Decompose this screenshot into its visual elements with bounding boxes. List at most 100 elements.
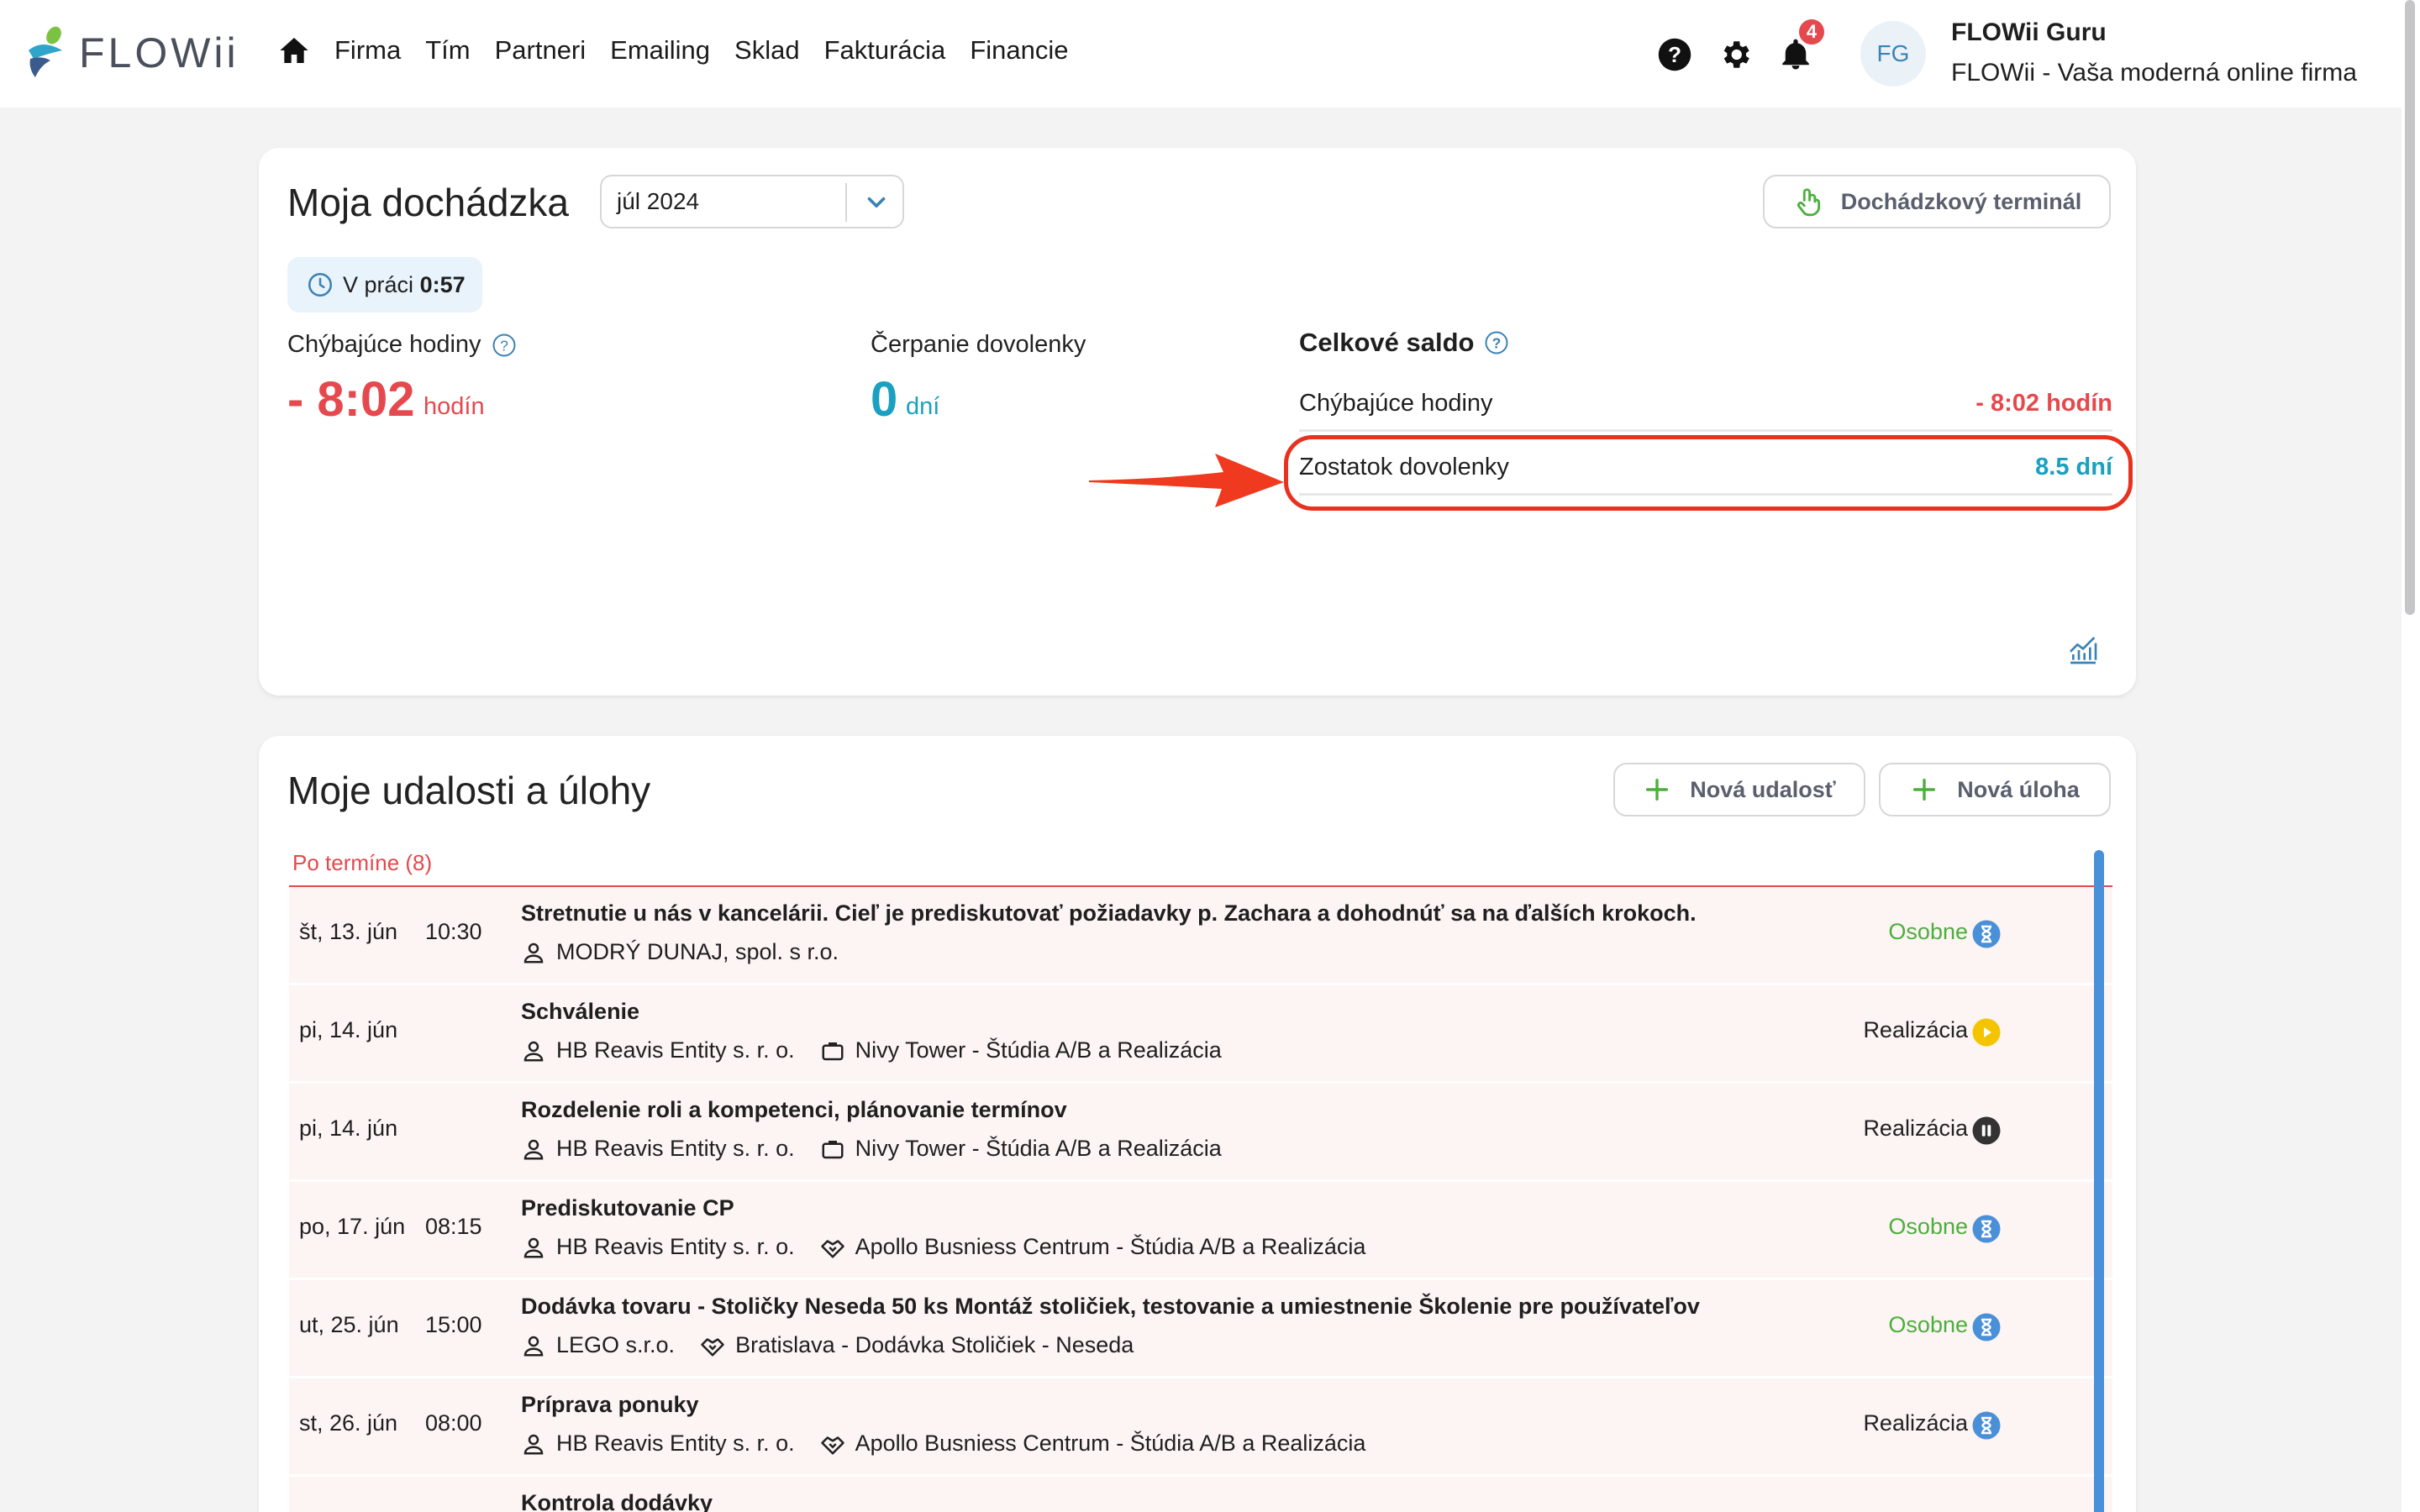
svg-text:?: ?	[500, 337, 508, 354]
new-task-label: Nová úloha	[1957, 776, 2080, 802]
event-partner[interactable]: HB Reavis Entity s. r. o.	[556, 1037, 795, 1063]
events-list-scrollbar[interactable]	[2094, 850, 2104, 1512]
balance-missing-hours-label: Chýbajúce hodiny	[1299, 390, 1493, 417]
event-partner[interactable]: MODRÝ DUNAJ, spol. s r.o.	[556, 939, 839, 965]
handshake-icon	[701, 1337, 724, 1356]
event-date: po, 17. jún	[299, 1214, 406, 1239]
nav-item-fakturacia[interactable]: Fakturácia	[824, 35, 946, 66]
vacation-used-unit: dní	[906, 393, 940, 420]
nav-item-partneri[interactable]: Partneri	[495, 35, 587, 66]
help-circle-icon[interactable]: ?	[1484, 330, 1509, 355]
hourglass-icon[interactable]	[1971, 1410, 2002, 1441]
new-event-button[interactable]: Nová udalosť	[1613, 763, 1865, 816]
event-row[interactable]: po, 17. jún 08:15 Prediskutovanie CP HB Rea…	[289, 1182, 2112, 1280]
attendance-title: Moja dochádzka	[287, 181, 569, 224]
new-task-button[interactable]: Nová úloha	[1879, 763, 2111, 816]
nav-item-firma[interactable]: Firma	[334, 35, 401, 66]
nav-item-sklad[interactable]: Sklad	[734, 35, 800, 66]
handshake-icon	[820, 1436, 844, 1454]
event-title[interactable]: Rozdelenie roli a kompetenci, plánovanie…	[521, 1097, 1067, 1123]
hourglass-icon[interactable]	[1971, 919, 2002, 949]
top-bar: FLOWii Firma Tím Partneri Emailing Sklad…	[0, 0, 2420, 108]
clock-icon	[308, 272, 333, 297]
header-actions: ? 4	[1657, 17, 1839, 72]
overdue-section-label[interactable]: Po termíne (8)	[292, 850, 432, 876]
select-divider	[845, 183, 847, 222]
event-partner[interactable]: HB Reavis Entity s. r. o.	[556, 1136, 795, 1162]
nav-item-tim[interactable]: Tím	[425, 35, 470, 66]
event-project[interactable]: Nivy Tower - Štúdia A/B a Realizácia	[855, 1037, 1222, 1063]
event-row[interactable]: pi, 14. jún Schválenie HB Reavis Entity s.…	[289, 985, 2112, 1084]
brand-name: FLOWii	[79, 29, 239, 76]
help-circle-icon[interactable]: ?	[492, 333, 517, 358]
missing-hours-value: - 8:02	[287, 372, 415, 427]
hourglass-icon[interactable]	[1971, 1312, 2002, 1342]
person-icon	[523, 942, 544, 963]
event-row[interactable]: ut, 25. jún 15:00 Dodávka tovaru - Stoličk…	[289, 1280, 2112, 1378]
chevron-down-icon[interactable]	[862, 188, 891, 217]
event-row[interactable]: št, 13. jún 10:30 Stretnutie u nás v kance…	[289, 887, 2112, 985]
event-category: Realizácia	[1863, 1410, 1968, 1436]
play-icon[interactable]	[1971, 1017, 2002, 1047]
event-title[interactable]: Dodávka tovaru - Stoličky Neseda 50 ks M…	[521, 1294, 1700, 1320]
help-icon[interactable]: ?	[1657, 37, 1692, 72]
nav-item-emailing[interactable]: Emailing	[610, 35, 710, 66]
event-partner[interactable]: HB Reavis Entity s. r. o.	[556, 1431, 795, 1457]
pause-icon[interactable]	[1971, 1116, 2002, 1146]
balance-missing-hours-value: - 8:02 hodín	[1975, 390, 2112, 417]
event-partner[interactable]: LEGO s.r.o.	[556, 1332, 675, 1358]
logo[interactable]: FLOWii	[25, 25, 239, 81]
events-title: Moje udalosti a úlohy	[287, 769, 651, 812]
event-time: 08:00	[425, 1410, 482, 1436]
events-card: Moje udalosti a úlohy Nová udalosť Nová …	[259, 736, 2136, 1512]
event-meta: MODRÝ DUNAJ, spol. s r.o.	[521, 939, 839, 965]
event-title[interactable]: Stretnutie u nás v kancelárii. Cieľ je p…	[521, 900, 1697, 927]
avatar[interactable]: FG	[1860, 21, 1926, 87]
attendance-terminal-button[interactable]: Dochádzkový terminál	[1763, 175, 2111, 228]
month-select[interactable]: júl 2024	[600, 175, 904, 228]
gear-icon[interactable]	[1718, 37, 1753, 72]
event-date: pi, 14. jún	[299, 1116, 398, 1141]
missing-hours-unit: hodín	[424, 393, 485, 420]
person-icon	[523, 1336, 544, 1356]
event-meta: HB Reavis Entity s. r. o. Nivy Tower - Št…	[521, 1136, 1222, 1162]
total-balance-title: Celkové saldo	[1299, 328, 1475, 357]
event-project[interactable]: Nivy Tower - Štúdia A/B a Realizácia	[855, 1136, 1222, 1162]
event-date: št, 13. jún	[299, 919, 398, 944]
event-date: ut, 25. jún	[299, 1312, 399, 1337]
event-partner[interactable]: HB Reavis Entity s. r. o.	[556, 1234, 795, 1260]
hourglass-icon[interactable]	[1971, 1214, 2002, 1244]
event-time: 08:15	[425, 1214, 482, 1239]
event-project[interactable]: Apollo Busniess Centrum - Štúdia A/B a R…	[855, 1234, 1366, 1260]
event-project[interactable]: Apollo Busniess Centrum - Štúdia A/B a R…	[855, 1431, 1366, 1457]
chart-icon[interactable]	[2065, 633, 2101, 667]
at-work-label: V práci	[343, 271, 414, 297]
nav-item-financie[interactable]: Financie	[970, 35, 1068, 66]
person-icon	[523, 1139, 544, 1159]
page-scrollbar-thumb[interactable]	[2405, 0, 2415, 615]
balance-missing-hours-row: Chýbajúce hodiny - 8:02 hodín	[1299, 380, 2112, 432]
missing-hours-label-wrap: Chýbajúce hodiny ?	[287, 331, 517, 359]
event-title[interactable]: Prediskutovanie CP	[521, 1195, 734, 1221]
user-name[interactable]: FLOWii Guru	[1951, 18, 2107, 47]
event-row[interactable]: st, 26. jún 08:00 Príprava ponuky HB Reavis…	[289, 1378, 2112, 1477]
touch-icon	[1797, 188, 1820, 217]
event-project[interactable]: Bratislava - Dodávka Stoličiek - Neseda	[735, 1332, 1134, 1358]
notification-count-badge: 4	[1797, 17, 1827, 47]
event-row[interactable]: pi, 14. jún Rozdelenie roli a kompetenci,…	[289, 1084, 2112, 1182]
arrow-annotation-icon	[1089, 454, 1284, 507]
home-icon[interactable]	[277, 34, 311, 67]
event-meta: HB Reavis Entity s. r. o. Apollo Busniess…	[521, 1431, 1365, 1457]
event-title[interactable]: Príprava ponuky	[521, 1392, 699, 1418]
flowii-logo-icon	[29, 26, 62, 77]
event-title[interactable]: Kontrola dodávky	[521, 1490, 713, 1512]
page-scrollbar[interactable]	[2402, 0, 2420, 1512]
event-date: pi, 14. jún	[299, 1017, 398, 1042]
event-title[interactable]: Schválenie	[521, 999, 639, 1025]
person-icon	[523, 1237, 544, 1257]
event-row[interactable]: Kontrola dodávky	[289, 1477, 2112, 1512]
notifications-button[interactable]: 4	[1778, 17, 1827, 72]
svg-text:?: ?	[1668, 42, 1681, 67]
event-category: Osobne	[1888, 919, 1968, 944]
event-meta: HB Reavis Entity s. r. o. Nivy Tower - Št…	[521, 1037, 1222, 1063]
